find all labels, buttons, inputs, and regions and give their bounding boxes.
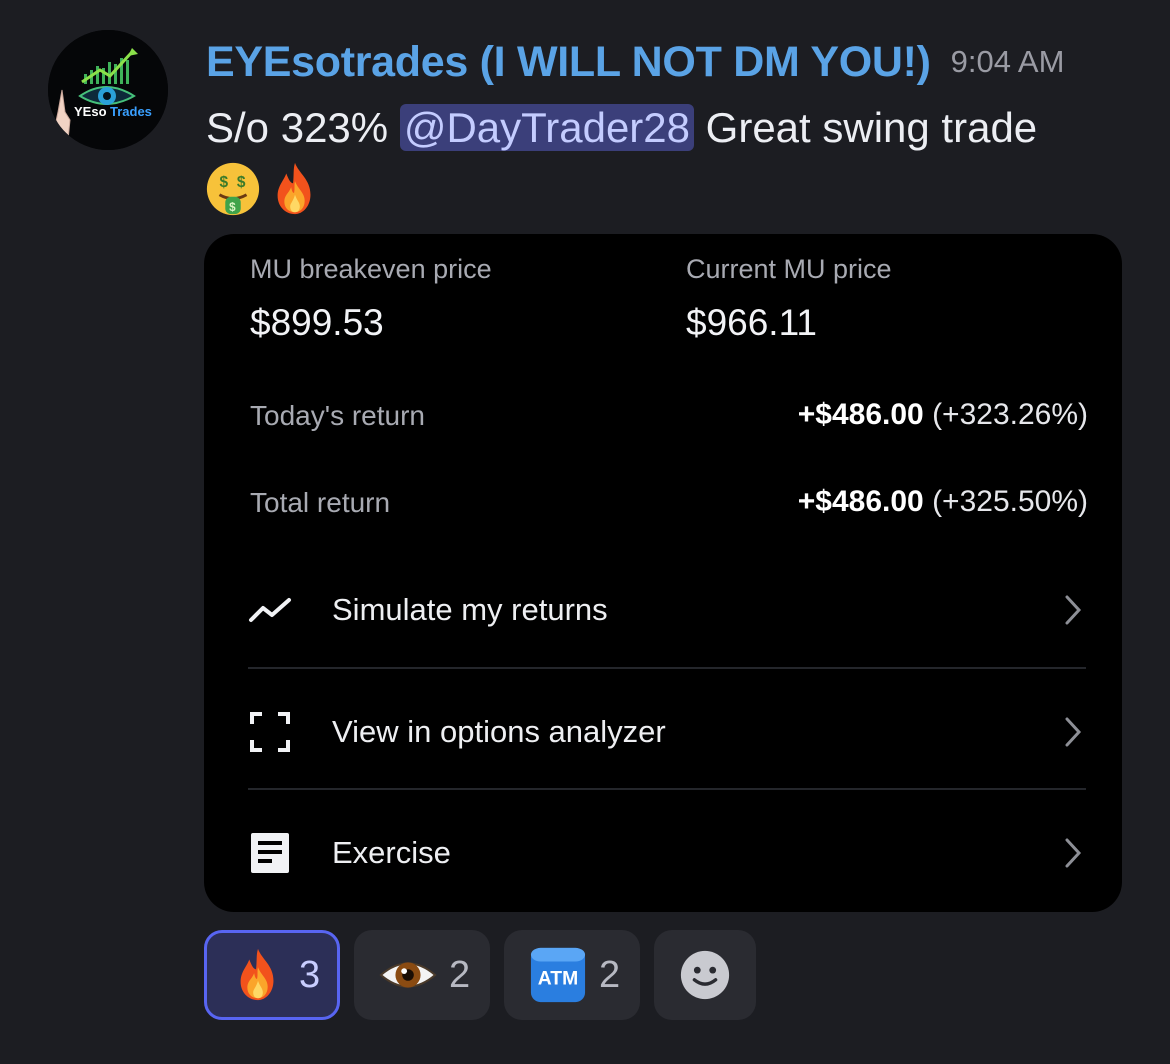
exercise-row[interactable]: Exercise <box>248 793 1086 912</box>
timestamp: 9:04 AM <box>950 44 1065 79</box>
reactions-bar: 3 2 ATM 2 <box>204 930 756 1020</box>
current-price-label: Current MU price <box>686 254 892 284</box>
user-avatar[interactable]: YEso Trades <box>48 30 168 150</box>
total-return-amount: +$486.00 <box>797 485 924 518</box>
smiley-add-icon <box>680 950 730 1000</box>
chevron-right-icon <box>1065 838 1082 868</box>
breakeven-label: MU breakeven price <box>250 254 492 284</box>
atm-icon: ATM <box>529 944 587 1006</box>
reaction-eye[interactable]: 2 <box>354 930 490 1020</box>
chat-message: YEso Trades EYEsotrades (I WILL NOT DM Y… <box>0 0 1170 1064</box>
svg-text:$: $ <box>229 201 236 214</box>
reaction-atm[interactable]: ATM 2 <box>504 930 640 1020</box>
message-text: S/o 323% @DayTrader28 Great swing trade <box>206 100 1037 156</box>
breakeven-value: $899.53 <box>250 302 384 343</box>
todays-return-value: +$486.00 (+323.26%) <box>798 398 1088 432</box>
svg-text:YEso: YEso <box>74 104 107 119</box>
reaction-count: 2 <box>599 953 621 996</box>
current-price-value: $966.11 <box>686 302 817 343</box>
exercise-label: Exercise <box>332 835 451 870</box>
todays-return-percent: (+323.26%) <box>932 398 1088 431</box>
total-return-label: Total return <box>250 487 391 518</box>
money-mouth-face-icon: $ $ $ <box>204 160 262 218</box>
frame-corners-icon <box>248 710 292 754</box>
total-return-value: +$486.00 (+325.50%) <box>798 485 1088 519</box>
todays-return-label: Today's return <box>250 400 425 431</box>
fire-icon <box>266 160 324 218</box>
document-icon <box>248 831 292 875</box>
eye-chart-logo-icon: YEso Trades <box>48 30 168 150</box>
trade-screenshot-card[interactable]: MU breakeven price $899.53 Current MU pr… <box>204 234 1122 912</box>
reaction-count: 3 <box>299 953 321 996</box>
reaction-count: 2 <box>449 953 471 996</box>
username[interactable]: EYEsotrades (I WILL NOT DM YOU!) <box>206 38 931 86</box>
eye-icon <box>379 944 437 1006</box>
chevron-right-icon <box>1065 717 1082 747</box>
todays-return-amount: +$486.00 <box>797 398 924 431</box>
fire-icon <box>229 944 287 1006</box>
divider <box>248 667 1086 669</box>
chevron-right-icon <box>1065 595 1082 625</box>
atm-text: ATM <box>538 969 578 990</box>
trend-line-icon <box>248 588 292 632</box>
options-analyzer-label: View in options analyzer <box>332 714 666 749</box>
message-header: EYEsotrades (I WILL NOT DM YOU!) 9:04 AM <box>206 38 1064 87</box>
message-emojis: $ $ $ <box>204 158 324 220</box>
divider <box>248 788 1086 790</box>
svg-text:Trades: Trades <box>110 104 152 119</box>
message-text-start: S/o 323% <box>206 104 400 151</box>
message-text-end: Great swing trade <box>694 104 1038 151</box>
simulate-returns-row[interactable]: Simulate my returns <box>248 550 1086 670</box>
svg-text:$: $ <box>237 174 246 191</box>
options-analyzer-row[interactable]: View in options analyzer <box>248 672 1086 792</box>
simulate-returns-label: Simulate my returns <box>332 592 608 627</box>
reaction-fire[interactable]: 3 <box>204 930 340 1020</box>
user-mention[interactable]: @DayTrader28 <box>399 104 694 151</box>
total-return-percent: (+325.50%) <box>932 485 1088 518</box>
add-reaction-button[interactable] <box>654 930 756 1020</box>
svg-text:$: $ <box>219 174 228 191</box>
